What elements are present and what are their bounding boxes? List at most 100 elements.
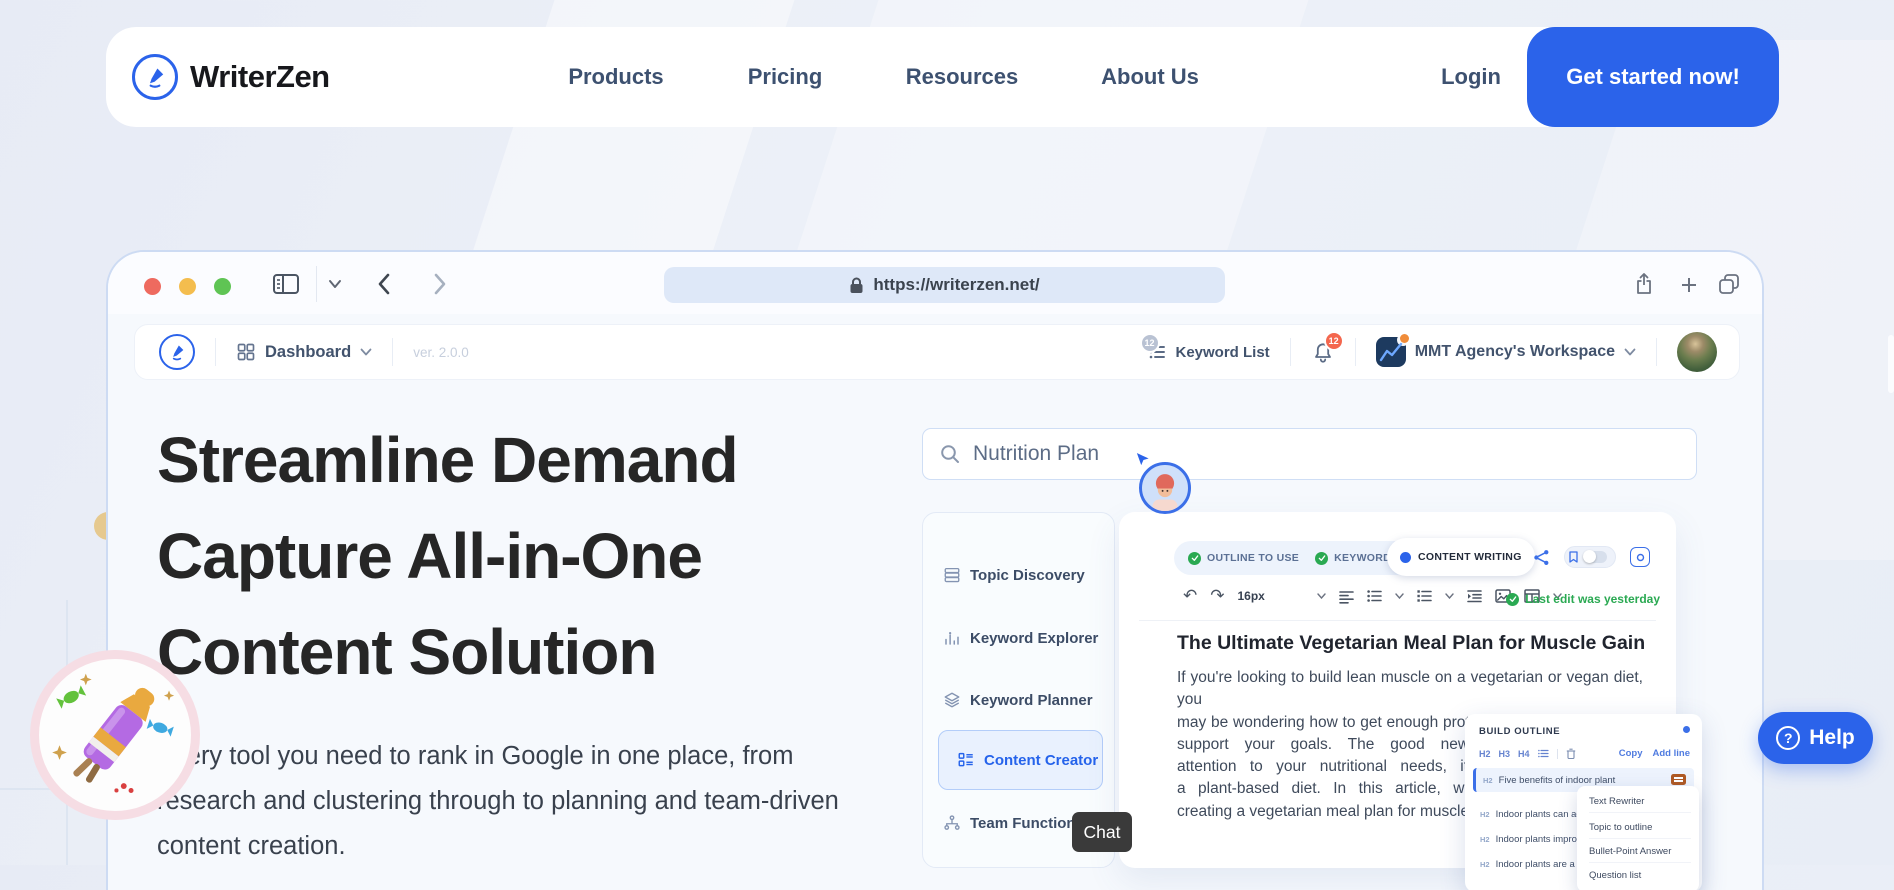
tab-h3[interactable]: H3: [1499, 749, 1511, 759]
list-icon: 12: [1139, 333, 1167, 362]
content-creator-icon: [957, 751, 975, 769]
editor-actions: [1533, 546, 1650, 568]
search-input[interactable]: Nutrition Plan: [922, 428, 1697, 480]
panel-status-dot: [1683, 726, 1690, 733]
brand-name: WriterZen: [190, 59, 330, 94]
chevron-down-icon[interactable]: [1445, 593, 1454, 599]
app-logo-icon[interactable]: [159, 334, 195, 370]
collaborator-avatar: [1139, 462, 1191, 514]
nav-link-products[interactable]: Products: [568, 27, 663, 127]
maximize-window-icon[interactable]: [214, 278, 231, 295]
lock-icon: [849, 277, 864, 294]
nav-link-pricing[interactable]: Pricing: [748, 27, 823, 127]
chip-content-writing[interactable]: CONTENT WRITING: [1387, 538, 1535, 576]
close-window-icon[interactable]: [144, 278, 161, 295]
chat-button[interactable]: Chat: [1072, 812, 1132, 852]
tab-h4[interactable]: H4: [1518, 749, 1530, 759]
party-popper-icon: [30, 650, 200, 820]
undo-icon[interactable]: ↶: [1183, 586, 1197, 606]
editor-toolbar: ↶ ↷ 16px: [1183, 586, 1562, 606]
login-link[interactable]: Login: [1441, 27, 1501, 127]
tab-h2[interactable]: H2: [1479, 749, 1491, 759]
notifications-badge: 12: [1323, 331, 1344, 351]
new-tab-icon[interactable]: [1680, 276, 1698, 294]
redo-icon[interactable]: ↷: [1210, 586, 1224, 606]
grid-icon: [236, 342, 256, 362]
chip-label: OUTLINE TO USE: [1207, 552, 1300, 564]
menu-item-text-rewriter[interactable]: Text Rewriter: [1589, 790, 1691, 813]
minimize-window-icon[interactable]: [179, 278, 196, 295]
menu-item-label: Topic Discovery: [970, 566, 1085, 584]
menu-item-topic-to-outline[interactable]: Topic to outline: [1589, 816, 1691, 839]
workspace-status-dot: [1399, 334, 1409, 343]
hero-description: Every tool you need to rank in Google in…: [157, 742, 839, 860]
nav-link-resources[interactable]: Resources: [906, 27, 1019, 127]
forward-icon[interactable]: [432, 273, 448, 295]
menu-item-team-function[interactable]: Team Function: [943, 809, 1076, 837]
search-query-text: Nutrition Plan: [973, 442, 1100, 465]
hero-title-line: Capture All-in-One: [157, 520, 703, 592]
workspace-icon: [1375, 334, 1409, 367]
chevron-down-icon[interactable]: [1395, 593, 1404, 599]
chevron-down-icon[interactable]: [1317, 593, 1326, 599]
dashboard-menu[interactable]: Dashboard: [236, 342, 372, 362]
workspace-switcher[interactable]: MMT Agency's Workspace: [1375, 334, 1636, 367]
ai-action-icon[interactable]: [1671, 774, 1686, 785]
menu-item-topic-discovery[interactable]: Topic Discovery: [943, 561, 1085, 589]
article-title: The Ultimate Vegetarian Meal Plan for Mu…: [1177, 632, 1646, 654]
chip-outline-to-use[interactable]: OUTLINE TO USE: [1188, 551, 1300, 565]
menu-item-question-list[interactable]: Question list: [1589, 864, 1691, 886]
bullet-list-icon[interactable]: [1367, 589, 1382, 603]
trash-icon[interactable]: [1566, 748, 1576, 759]
menu-item-keyword-planner[interactable]: Keyword Planner: [943, 686, 1093, 714]
align-icon[interactable]: [1339, 589, 1354, 604]
menu-item-content-creator[interactable]: Content Creator: [938, 730, 1103, 790]
chip-label: CONTENT WRITING: [1418, 551, 1522, 563]
chevron-down-icon: [360, 348, 372, 356]
share-icon[interactable]: [1634, 272, 1654, 296]
chevron-down-icon[interactable]: [328, 279, 342, 289]
heading-tag: H2: [1480, 834, 1490, 844]
divider: [1354, 338, 1356, 366]
outline-context-menu: Text Rewriter Topic to outline Bullet-Po…: [1577, 786, 1699, 890]
add-line-button[interactable]: Add line: [1653, 748, 1690, 759]
dashboard-label: Dashboard: [265, 342, 352, 361]
divider: [215, 338, 216, 366]
page-scrollbar-thumb[interactable]: [1888, 335, 1894, 393]
url-text: https://writerzen.net/: [873, 275, 1040, 294]
outline-heading-tabs: H2 H3 H4: [1479, 748, 1576, 759]
font-size-select[interactable]: 16px: [1238, 589, 1265, 603]
back-icon[interactable]: [376, 273, 392, 295]
settings-icon[interactable]: [1630, 547, 1650, 567]
brand[interactable]: WriterZen: [132, 27, 330, 127]
address-bar[interactable]: https://writerzen.net/: [664, 267, 1225, 303]
article-line: If you're looking to build lean muscle o…: [1177, 669, 1643, 709]
traffic-lights: [144, 278, 231, 295]
check-icon: [1506, 592, 1520, 606]
divider: [1289, 338, 1291, 366]
keyword-planner-icon: [943, 691, 961, 709]
indent-icon[interactable]: [1467, 589, 1482, 603]
keyword-list-button[interactable]: 12 Keyword List: [1139, 333, 1270, 362]
browser-toolbar: https://writerzen.net/: [108, 252, 1762, 314]
sidebar-toggle-icon[interactable]: [272, 272, 300, 296]
cursor-pointer-icon: [1134, 450, 1152, 468]
user-avatar[interactable]: [1677, 332, 1717, 372]
get-started-button[interactable]: Get started now!: [1527, 27, 1779, 127]
numbered-list-icon[interactable]: [1417, 589, 1432, 603]
top-navbar: WriterZen Products Pricing Resources Abo…: [106, 27, 1779, 127]
check-icon: [1315, 551, 1329, 565]
list-icon[interactable]: [1537, 749, 1549, 758]
outline-row-text: Five benefits of indoor plant: [1498, 774, 1616, 786]
share-nodes-icon[interactable]: [1533, 549, 1550, 566]
save-toggle[interactable]: [1564, 546, 1616, 568]
menu-item-label: Content Creator: [984, 751, 1099, 769]
nav-link-about-us[interactable]: About Us: [1101, 27, 1199, 127]
tabs-overview-icon[interactable]: [1718, 273, 1740, 295]
version-label: ver. 2.0.0: [413, 344, 469, 360]
notifications-bell-icon[interactable]: 12: [1311, 331, 1344, 365]
copy-button[interactable]: Copy: [1619, 748, 1643, 759]
menu-item-keyword-explorer[interactable]: Keyword Explorer: [943, 624, 1098, 652]
help-button[interactable]: ? Help: [1758, 712, 1873, 764]
menu-item-bullet-point-answer[interactable]: Bullet-Point Answer: [1589, 840, 1691, 863]
